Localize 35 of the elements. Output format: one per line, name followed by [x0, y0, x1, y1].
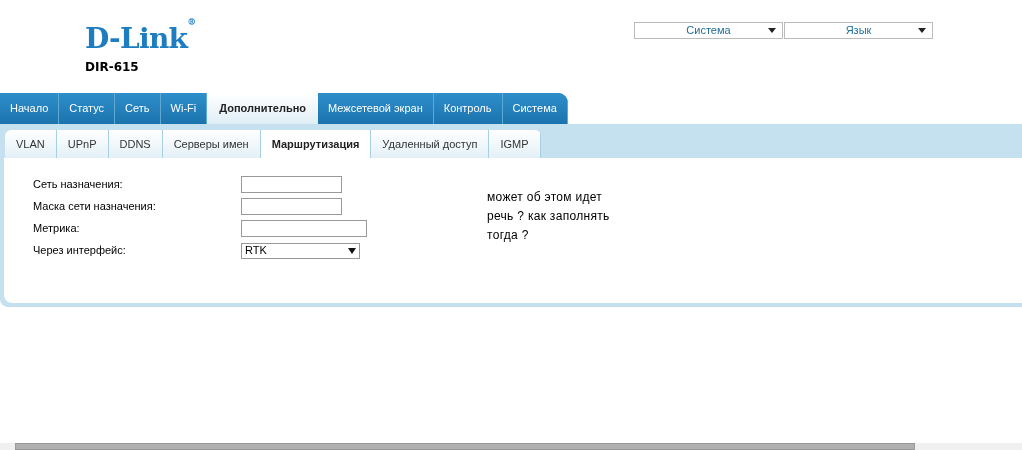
field-label: Сеть назначения:: [33, 177, 124, 192]
caret-icon: [918, 28, 926, 33]
input-field[interactable]: [241, 176, 342, 193]
interface-select[interactable]: RTK: [241, 242, 360, 259]
horizontal-scrollbar[interactable]: [0, 443, 1022, 450]
sub-tab[interactable]: Удаленный доступ: [371, 130, 490, 158]
menu-dropdown[interactable]: Язык: [784, 22, 933, 39]
select-value: RTK: [245, 243, 267, 259]
main-tab[interactable]: Дополнительно: [207, 93, 319, 124]
sub-tab[interactable]: UPnP: [56, 130, 109, 158]
main-tab[interactable]: Система: [502, 93, 568, 124]
input-field[interactable]: [241, 220, 367, 237]
field-label: Через интерфейс:: [33, 243, 127, 258]
input-field[interactable]: [241, 198, 342, 215]
sub-tab[interactable]: IGMP: [489, 130, 541, 158]
sub-tab[interactable]: Серверы имен: [162, 130, 261, 158]
note-text: может об этом идет: [487, 189, 604, 206]
sub-tab[interactable]: Маршрутизация: [260, 130, 372, 158]
main-tab[interactable]: Статус: [59, 93, 116, 124]
sub-tab[interactable]: VLAN: [5, 130, 57, 158]
caret-icon: [768, 28, 776, 33]
note-text: тогда ?: [487, 227, 530, 244]
caret-icon: [348, 247, 356, 254]
main-tab[interactable]: Начало: [0, 93, 60, 124]
main-tab[interactable]: Сеть: [115, 93, 161, 124]
sub-tab[interactable]: DDNS: [108, 130, 163, 158]
main-tab[interactable]: Межсетевой экран: [318, 93, 434, 124]
main-tab[interactable]: Контроль: [433, 93, 503, 124]
model-name: DIR-615: [85, 60, 140, 74]
menu-dropdown[interactable]: Система: [634, 22, 783, 39]
main-tab[interactable]: Wi-Fi: [160, 93, 208, 124]
logo: D-Link$^{®}$: [85, 18, 196, 57]
field-label: Метрика:: [33, 221, 81, 236]
field-label: Маска сети назначения:: [33, 199, 157, 214]
note-text: речь ? как заполнять: [487, 208, 610, 225]
